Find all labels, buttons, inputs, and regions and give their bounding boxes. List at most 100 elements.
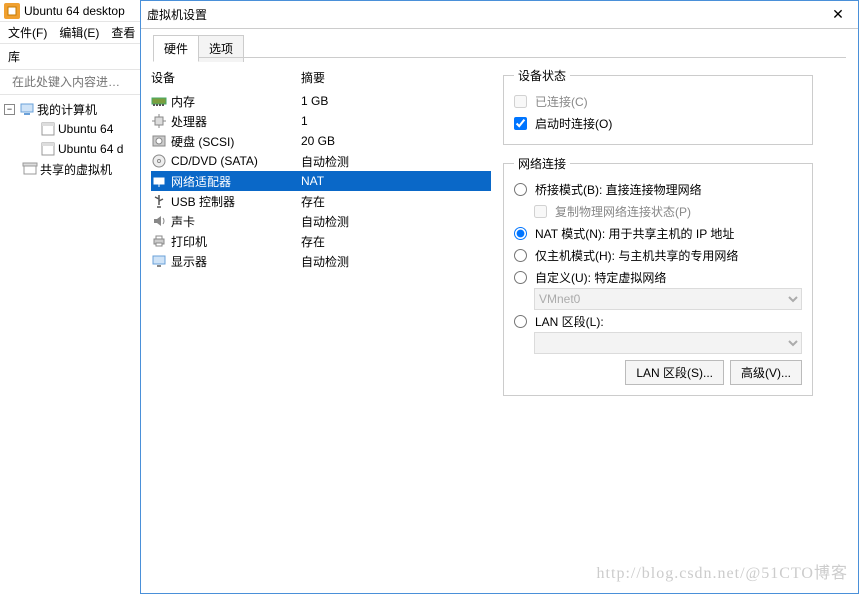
tree-root-label: 我的计算机 (37, 101, 97, 118)
connect-on-start-row: 启动时连接(O) (514, 112, 802, 134)
lan-label: LAN 区段(L): (535, 313, 604, 330)
tab-hardware[interactable]: 硬件 (153, 35, 199, 62)
search-row (0, 70, 140, 95)
device-state-group: 设备状态 已连接(C) 启动时连接(O) (503, 67, 813, 145)
library-pane: 库 − 我的计算机 Ubuntu 64 Ubuntu 64 d 共享的虚拟机 (0, 44, 140, 594)
connected-row: 已连接(C) (514, 90, 802, 112)
replicate-checkbox (534, 205, 547, 218)
lan-radio[interactable] (514, 315, 527, 328)
device-row[interactable]: 处理器 1 (151, 111, 491, 131)
hostonly-row: 仅主机模式(H): 与主机共享的专用网络 (514, 244, 802, 266)
lan-segments-button[interactable]: LAN 区段(S)... (625, 360, 724, 385)
vm-settings-dialog: 虚拟机设置 ✕ 硬件 选项 设备 摘要 内存1 GB处理器1硬盘 (SCSI)2… (140, 0, 859, 594)
network-group: 网络连接 桥接模式(B): 直接连接物理网络 复制物理网络连接状态(P) NAT… (503, 155, 813, 396)
device-summary: NAT (301, 174, 324, 188)
tree-root[interactable]: − 我的计算机 (4, 99, 136, 119)
custom-label: 自定义(U): 特定虚拟网络 (535, 269, 666, 286)
device-name: 硬盘 (SCSI) (171, 133, 234, 150)
device-summary: 1 GB (301, 94, 328, 108)
nat-label: NAT 模式(N): 用于共享主机的 IP 地址 (535, 225, 734, 242)
device-name: USB 控制器 (171, 193, 235, 210)
custom-network-select: VMnet0 (534, 288, 802, 310)
device-name: CD/DVD (SATA) (171, 154, 258, 168)
lan-row: LAN 区段(L): (514, 310, 802, 332)
memory-icon (151, 93, 167, 109)
device-row[interactable]: 内存 1 GB (151, 91, 491, 111)
device-row[interactable]: CD/DVD (SATA)自动检测 (151, 151, 491, 171)
close-icon[interactable]: ✕ (824, 6, 852, 23)
bridge-label: 桥接模式(B): 直接连接物理网络 (535, 181, 702, 198)
network-buttons: LAN 区段(S)... 高级(V)... (514, 360, 802, 385)
hostonly-radio[interactable] (514, 249, 527, 262)
connected-label: 已连接(C) (535, 93, 588, 110)
connect-on-start-label: 启动时连接(O) (535, 115, 612, 132)
network-icon (151, 173, 167, 189)
dialog-titlebar: 虚拟机设置 ✕ (141, 1, 858, 29)
device-state-legend: 设备状态 (514, 67, 570, 84)
menu-edit[interactable]: 编辑(E) (59, 24, 99, 41)
device-row[interactable]: 硬盘 (SCSI) 20 GB (151, 131, 491, 151)
device-summary: 存在 (301, 233, 325, 250)
library-tree: − 我的计算机 Ubuntu 64 Ubuntu 64 d 共享的虚拟机 (0, 95, 140, 183)
device-list: 设备 摘要 内存 1 GB 处理器 1 硬盘 (SCSI) 20 GB CD/DVD (SA… (151, 67, 491, 583)
bridge-radio[interactable] (514, 183, 527, 196)
expand-icon[interactable]: − (4, 104, 15, 115)
nat-row: NAT 模式(N): 用于共享主机的 IP 地址 (514, 222, 802, 244)
tree-shared-label: 共享的虚拟机 (40, 161, 112, 178)
hdd-icon (151, 133, 167, 149)
device-summary: 存在 (301, 193, 325, 210)
app-icon (4, 3, 20, 19)
tree-item[interactable]: Ubuntu 64 (4, 119, 136, 139)
device-summary: 自动检测 (301, 253, 349, 270)
display-icon (151, 253, 167, 269)
device-list-header: 设备 摘要 (151, 67, 491, 91)
cpu-icon (151, 113, 167, 129)
vm-icon (40, 141, 56, 157)
shared-icon (22, 161, 38, 177)
custom-select-row: VMnet0 (514, 288, 802, 310)
device-name: 内存 (171, 93, 195, 110)
lan-segment-select (534, 332, 802, 354)
connected-checkbox (514, 95, 527, 108)
device-row[interactable]: USB 控制器 存在 (151, 191, 491, 211)
tree-item[interactable]: Ubuntu 64 d (4, 139, 136, 159)
connect-on-start-checkbox[interactable] (514, 117, 527, 130)
device-row[interactable]: 显示器 自动检测 (151, 251, 491, 271)
lan-select-row (514, 332, 802, 354)
vm-icon (40, 121, 56, 137)
device-row[interactable]: 网络适配器 NAT (151, 171, 491, 191)
device-name: 声卡 (171, 213, 195, 230)
menu-file[interactable]: 文件(F) (8, 24, 47, 41)
sound-icon (151, 213, 167, 229)
usb-icon (151, 193, 167, 209)
advanced-button[interactable]: 高级(V)... (730, 360, 802, 385)
header-summary: 摘要 (301, 69, 325, 86)
device-summary: 1 (301, 114, 308, 128)
tree-item-label: Ubuntu 64 (58, 122, 113, 136)
computer-icon (19, 101, 35, 117)
device-summary: 自动检测 (301, 213, 349, 230)
nat-radio[interactable] (514, 227, 527, 240)
device-name: 显示器 (171, 253, 207, 270)
custom-radio[interactable] (514, 271, 527, 284)
device-row[interactable]: 声卡 自动检测 (151, 211, 491, 231)
device-name: 处理器 (171, 113, 207, 130)
printer-icon (151, 233, 167, 249)
device-name: 网络适配器 (171, 173, 231, 190)
header-device: 设备 (151, 69, 301, 86)
device-row[interactable]: 打印机存在 (151, 231, 491, 251)
hostonly-label: 仅主机模式(H): 与主机共享的专用网络 (535, 247, 738, 264)
replicate-row: 复制物理网络连接状态(P) (514, 200, 802, 222)
device-summary: 20 GB (301, 134, 335, 148)
tree-shared[interactable]: 共享的虚拟机 (4, 159, 136, 179)
tree-item-label: Ubuntu 64 d (58, 142, 123, 156)
app-title: Ubuntu 64 desktop (24, 4, 125, 18)
tab-underline (153, 57, 846, 58)
network-legend: 网络连接 (514, 155, 570, 172)
bridge-row: 桥接模式(B): 直接连接物理网络 (514, 178, 802, 200)
menu-view[interactable]: 查看 (111, 24, 135, 41)
library-label: 库 (0, 44, 140, 70)
cd-icon (151, 153, 167, 169)
custom-row: 自定义(U): 特定虚拟网络 (514, 266, 802, 288)
dialog-title: 虚拟机设置 (147, 6, 824, 23)
